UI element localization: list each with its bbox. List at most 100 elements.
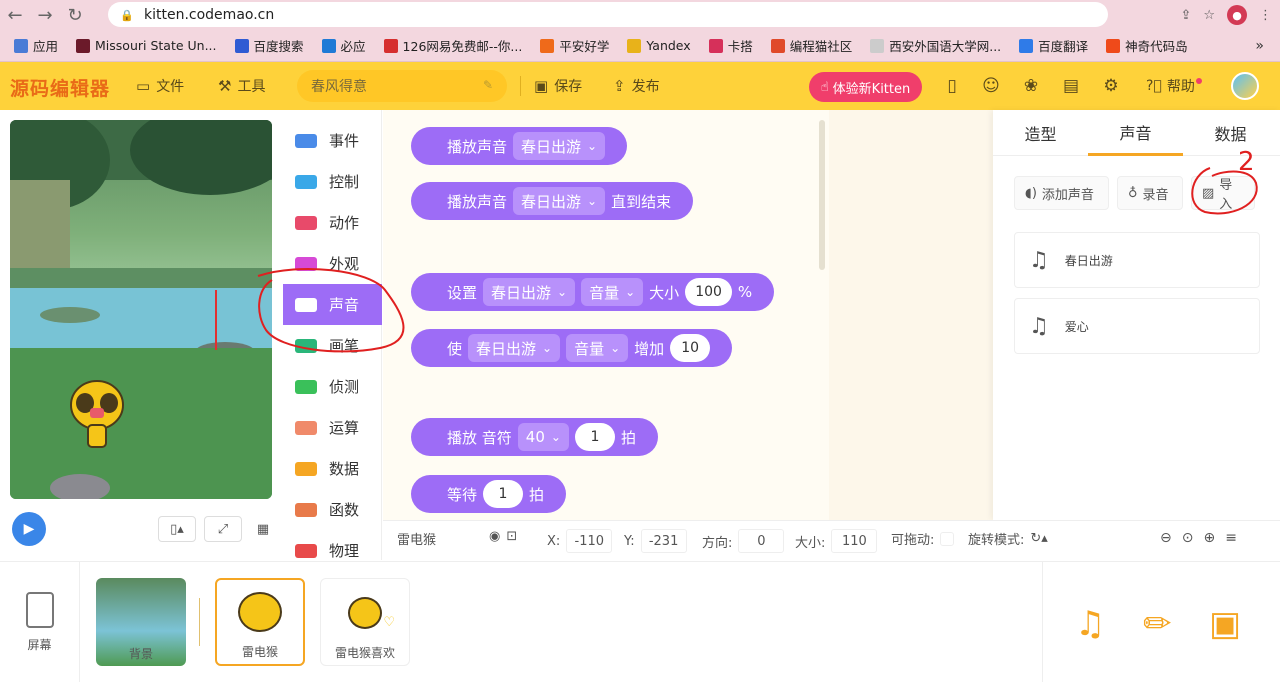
category-item[interactable]: 函数 — [283, 489, 382, 530]
stage-canvas[interactable] — [10, 120, 272, 499]
bookmark-item[interactable]: 必应 — [321, 36, 366, 55]
sound-dropdown[interactable]: 春日出游 — [483, 278, 576, 306]
palette-scrollbar[interactable] — [819, 120, 825, 270]
reload-icon[interactable]: ↻ — [60, 0, 90, 30]
settings-icon[interactable]: ⚙ — [1100, 75, 1122, 97]
category-item[interactable]: 画笔 — [283, 325, 382, 366]
category-item[interactable]: 外观 — [283, 243, 382, 284]
bookmark-item[interactable]: 编程猫社区 — [770, 36, 852, 55]
zoom-out-icon[interactable]: ⊖ — [1160, 530, 1172, 546]
background-thumbnail[interactable]: 背景 — [96, 578, 186, 666]
bookmark-item[interactable]: 神奇代码岛 — [1106, 36, 1188, 55]
user-avatar[interactable] — [1231, 72, 1259, 100]
bookmark-item[interactable]: 百度翻译 — [1019, 36, 1088, 55]
bookmark-item[interactable]: 百度搜索 — [234, 36, 304, 55]
size-input[interactable]: 110 — [831, 529, 878, 553]
add-folder-icon[interactable]: ▣ — [1209, 604, 1241, 644]
add-paint-icon[interactable]: ✏ — [1143, 604, 1172, 644]
bookmark-item[interactable]: Missouri State Un... — [76, 38, 217, 53]
sprite-name[interactable]: 雷电猴 — [397, 529, 436, 548]
category-item[interactable]: 声音 — [283, 284, 382, 325]
fullscreen-icon[interactable]: ⤢ — [204, 516, 242, 542]
try-new-kitten-button[interactable]: ☝ 体验新Kitten — [809, 72, 922, 102]
note-dropdown[interactable]: 40 — [517, 423, 569, 451]
zoom-reset-icon[interactable]: ⊙ — [1182, 530, 1194, 546]
bookmark-item[interactable]: 应用 — [14, 36, 58, 55]
change-value-input[interactable]: 10 — [670, 334, 711, 362]
sound-item[interactable]: ♫ 春日出游 — [1014, 232, 1260, 288]
lock-icon[interactable]: ⊡ — [506, 529, 517, 544]
save-button[interactable]: ▣ 保存 — [534, 76, 582, 96]
category-item[interactable]: 动作 — [283, 202, 382, 243]
phone-icon[interactable]: ▯ — [941, 75, 963, 97]
robot-icon[interactable]: ☺ — [980, 75, 1002, 97]
eye-icon[interactable]: ◉ — [489, 529, 500, 544]
bookmark-item[interactable]: 126网易免费邮--你... — [383, 36, 522, 55]
address-bar[interactable]: 🔒 kitten.codemao.cn — [108, 2, 1108, 27]
hamburger-icon[interactable]: ≡ — [1225, 530, 1237, 546]
x-input[interactable]: -110 — [566, 529, 613, 553]
add-sound-button[interactable]: ◖) 添加声音 — [1014, 176, 1109, 210]
block-play-note[interactable]: 播放 音符 40 1 拍 — [411, 418, 658, 456]
code-workspace[interactable] — [829, 110, 993, 520]
block-change-volume[interactable]: 使 春日出游 音量 增加 10 — [411, 329, 733, 367]
sound-item[interactable]: ♫ 爱心 — [1014, 298, 1260, 354]
y-input[interactable]: -231 — [640, 529, 687, 553]
bookmark-item[interactable]: 西安外国语大学网... — [870, 36, 1001, 55]
sound-dropdown[interactable]: 春日出游 — [468, 334, 561, 362]
add-music-icon[interactable]: ♫ — [1075, 604, 1105, 644]
beats-input[interactable]: 1 — [483, 480, 524, 508]
tab-data[interactable]: 数据 — [1183, 110, 1278, 156]
sound-dropdown[interactable]: 春日出游 — [513, 187, 606, 215]
device-icon[interactable]: ▤ — [1060, 75, 1082, 97]
bookmark-item[interactable]: Yandex — [627, 38, 691, 53]
play-icon[interactable]: ▶ — [12, 512, 46, 546]
monkey-icon — [238, 592, 282, 632]
block-text: 拍 — [529, 485, 545, 504]
category-item[interactable]: 数据 — [283, 448, 382, 489]
back-icon[interactable]: ← — [0, 0, 30, 30]
sprite-thumbnail-selected[interactable]: 雷电猴 — [215, 578, 305, 666]
property-dropdown[interactable]: 音量 — [566, 334, 629, 362]
device-mode-button[interactable]: ▯▴ — [158, 516, 196, 542]
sprite-thumbnail[interactable]: ♡ 雷电猴喜欢 — [320, 578, 410, 666]
sound-dropdown[interactable]: 春日出游 — [513, 132, 606, 160]
property-dropdown[interactable]: 音量 — [581, 278, 644, 306]
star-icon[interactable]: ☆ — [1203, 8, 1215, 23]
menu-icon[interactable]: ⋮ — [1259, 8, 1272, 23]
beats-input[interactable]: 1 — [574, 423, 615, 451]
category-item[interactable]: 事件 — [283, 120, 382, 161]
file-menu[interactable]: ▭ 文件 — [136, 76, 184, 96]
project-name-input[interactable]: 春风得意 ✎ — [297, 70, 507, 102]
direction-input[interactable]: 0 — [738, 529, 785, 553]
import-button[interactable]: ▨ 导入 — [1191, 176, 1255, 212]
help-button[interactable]: ?⃝ 帮助 — [1146, 76, 1202, 96]
cluster-icon[interactable]: ❀ — [1020, 75, 1042, 97]
forward-icon[interactable]: → — [30, 0, 60, 30]
block-set-volume[interactable]: 设置 春日出游 音量 大小 100 % — [411, 273, 775, 311]
record-button[interactable]: ♁ 录音 — [1117, 176, 1183, 210]
tablet-icon — [25, 592, 54, 628]
volume-value-input[interactable]: 100 — [685, 278, 732, 306]
rotation-mode-dropdown[interactable]: ↻▴ — [1030, 531, 1047, 546]
zoom-in-icon[interactable]: ⊕ — [1203, 530, 1215, 546]
bookmarks-more-icon[interactable]: » — [1255, 38, 1264, 54]
sound-name: 爱心 — [1064, 319, 1089, 334]
bookmark-item[interactable]: 平安好学 — [540, 36, 609, 55]
category-item[interactable]: 运算 — [283, 407, 382, 448]
publish-button[interactable]: ⇪ 发布 — [613, 76, 660, 96]
category-item[interactable]: 侦测 — [283, 366, 382, 407]
block-wait-beats[interactable]: 等待 1 拍 — [411, 475, 567, 513]
category-item[interactable]: 控制 — [283, 161, 382, 202]
screen-button[interactable]: 屏幕 — [0, 562, 80, 682]
tab-costumes[interactable]: 造型 — [993, 110, 1088, 156]
profile-icon[interactable]: ● — [1227, 5, 1247, 25]
block-play-sound[interactable]: 播放声音 春日出游 — [411, 127, 628, 165]
tab-sounds[interactable]: 声音 — [1088, 110, 1183, 156]
draggable-checkbox[interactable] — [940, 531, 955, 546]
share-icon[interactable]: ⇪ — [1180, 8, 1191, 23]
block-play-sound-until-done[interactable]: 播放声音 春日出游 直到结束 — [411, 182, 694, 220]
tools-menu[interactable]: ⚒ 工具 — [218, 76, 265, 96]
bookmark-item[interactable]: 卡搭 — [708, 36, 753, 55]
grid-icon[interactable]: ▦ — [250, 516, 276, 542]
